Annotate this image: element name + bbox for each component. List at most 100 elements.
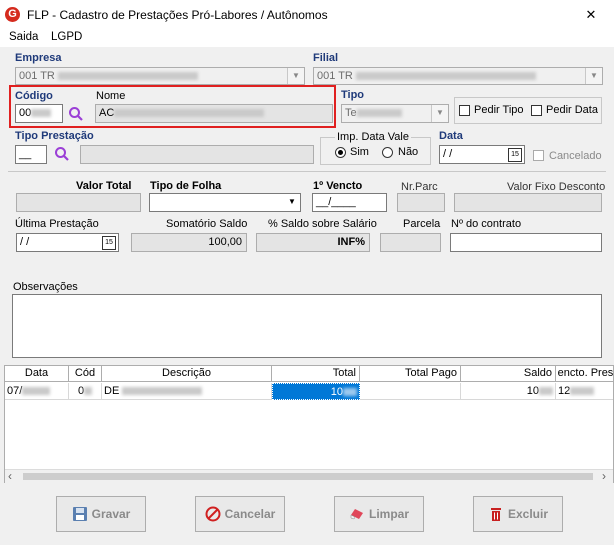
tipo-prestacao-input[interactable]: __: [15, 145, 47, 164]
title-bar: G FLP - Cadastro de Prestações Pró-Labor…: [0, 0, 614, 30]
primeiro-vencto-label: 1º Vencto: [313, 180, 363, 192]
pedir-tipo-label: Pedir Tipo: [474, 104, 524, 116]
col-header-data[interactable]: Data: [5, 366, 69, 382]
empresa-select[interactable]: 001 TR ▼: [15, 67, 305, 85]
chevron-down-icon[interactable]: ▼: [431, 105, 448, 122]
chevron-down-icon[interactable]: ▼: [585, 68, 602, 84]
calendar-icon[interactable]: 15: [102, 236, 116, 250]
pct-saldo-label: % Saldo sobre Salário: [268, 218, 377, 230]
col-header-descricao[interactable]: Descrição: [102, 366, 272, 382]
radio-nao[interactable]: [382, 147, 393, 158]
radio-sim[interactable]: [335, 147, 346, 158]
separator: [8, 171, 606, 172]
valor-fixo-desconto-field: [454, 193, 602, 212]
col-header-saldo[interactable]: Saldo: [461, 366, 556, 382]
codigo-input[interactable]: 00: [15, 104, 63, 123]
data-label: Data: [439, 130, 463, 142]
nr-parc-field: [397, 193, 445, 212]
ultima-prestacao-value: / /: [20, 236, 30, 248]
data-input[interactable]: / / 15: [439, 145, 525, 164]
chevron-down-icon[interactable]: ▼: [284, 194, 300, 211]
ultima-prestacao-input[interactable]: / / 15: [16, 233, 119, 252]
redacted-text: [343, 388, 357, 397]
redacted-text: [31, 109, 52, 118]
nome-input[interactable]: AC: [95, 104, 333, 123]
chevron-down-icon[interactable]: ▼: [287, 68, 304, 84]
tipo-folha-select[interactable]: ▼: [149, 193, 301, 212]
calendar-icon[interactable]: 15: [508, 148, 522, 162]
codigo-value: 00: [19, 107, 32, 119]
col-header-vencto[interactable]: encto. Pres: [556, 366, 613, 382]
redacted-text: [355, 72, 536, 81]
col-header-total[interactable]: Total: [272, 366, 360, 382]
search-icon[interactable]: [54, 146, 70, 162]
radio-sim-label: Sim: [350, 146, 369, 158]
observacoes-textarea[interactable]: [12, 294, 602, 358]
redacted-text: [57, 72, 198, 81]
codigo-label: Código: [15, 90, 53, 102]
cell-vencto: 12: [556, 383, 613, 400]
cell-total-selected[interactable]: 10: [272, 383, 360, 400]
parcela-field: [380, 233, 441, 252]
cell-saldo-value: 10: [526, 385, 539, 397]
close-icon[interactable]: ✕: [568, 0, 614, 30]
cell-data-value: 07/: [7, 385, 23, 397]
tipo-prestacao-desc: [80, 145, 314, 164]
cell-total-value: 10: [330, 386, 343, 398]
data-value: / /: [443, 148, 453, 160]
gravar-button[interactable]: Gravar: [56, 496, 146, 532]
somatorio-saldo-label: Somatório Saldo: [166, 218, 248, 230]
observacoes-label: Observações: [13, 281, 78, 293]
cell-saldo: 10: [461, 383, 556, 400]
ultima-prestacao-label: Última Prestação: [15, 218, 99, 230]
imp-data-vale-label: Imp. Data Vale: [335, 131, 411, 143]
excluir-label: Excluir: [507, 507, 549, 521]
pct-saldo-value: INF%: [256, 233, 370, 252]
col-header-total-pago[interactable]: Total Pago: [360, 366, 461, 382]
cancelado-label: Cancelado: [549, 150, 602, 162]
redacted-text: [84, 387, 93, 396]
limpar-button[interactable]: Limpar: [334, 496, 424, 532]
tipo-folha-label: Tipo de Folha: [150, 180, 222, 192]
tipo-select[interactable]: Te ▼: [341, 104, 449, 123]
prestacoes-grid[interactable]: Data Cód Descrição Total Total Pago Sald…: [4, 365, 614, 483]
somatorio-saldo-value: 100,00: [131, 233, 247, 252]
save-icon: [72, 507, 87, 521]
cell-vencto-value: 12: [558, 385, 571, 397]
valor-total-field: [16, 193, 141, 212]
tipo-value: Te: [345, 107, 357, 119]
numero-contrato-label: Nº do contrato: [451, 218, 522, 230]
primeiro-vencto-input[interactable]: __/____: [312, 193, 387, 212]
nome-value: AC: [99, 107, 115, 119]
valor-fixo-desconto-label: Valor Fixo Desconto: [507, 181, 606, 193]
scroll-right-icon[interactable]: ›: [602, 470, 606, 483]
gravar-label: Gravar: [91, 507, 131, 521]
scroll-thumb[interactable]: [23, 473, 593, 480]
col-header-cod[interactable]: Cód: [69, 366, 102, 382]
redacted-text: [22, 387, 51, 396]
cancelar-button[interactable]: Cancelar: [195, 496, 285, 532]
filial-value: 001 TR: [317, 70, 353, 82]
filial-select[interactable]: 001 TR ▼: [313, 67, 603, 85]
menu-lgpd[interactable]: LGPD: [51, 31, 82, 43]
search-icon[interactable]: [68, 106, 84, 122]
horizontal-scrollbar[interactable]: ‹ ›: [5, 469, 613, 484]
cancelado-checkbox[interactable]: [533, 150, 544, 161]
cell-descricao-value: DE: [104, 385, 120, 397]
scroll-left-icon[interactable]: ‹: [8, 470, 12, 483]
pedir-tipo-checkbox[interactable]: [459, 105, 470, 116]
pedir-data-checkbox[interactable]: [531, 105, 542, 116]
menu-saida[interactable]: Saida: [9, 31, 38, 43]
excluir-button[interactable]: Excluir: [473, 496, 563, 532]
tipo-label: Tipo: [341, 89, 365, 101]
eraser-icon: [350, 509, 363, 520]
redacted-text: [356, 109, 402, 118]
radio-nao-label: Não: [398, 146, 419, 158]
cancel-icon: [205, 506, 221, 522]
empresa-label: Empresa: [15, 52, 62, 64]
numero-contrato-input[interactable]: [450, 233, 602, 252]
nome-label: Nome: [96, 90, 126, 102]
tipo-prestacao-label: Tipo Prestação: [15, 130, 94, 142]
cell-descricao: DE: [102, 383, 272, 400]
redacted-text: [539, 387, 553, 396]
